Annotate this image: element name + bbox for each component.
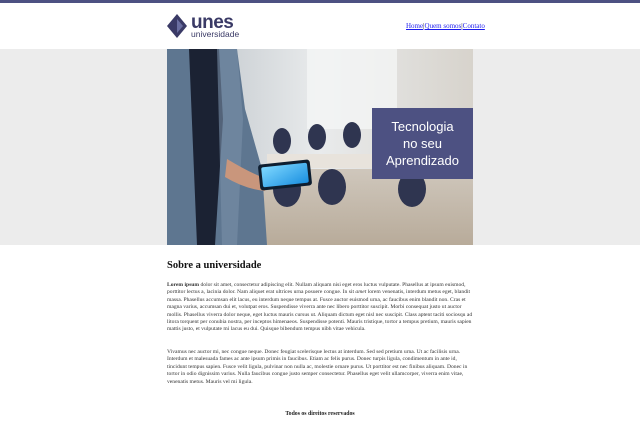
hero-banner-image: Tecnologia no seu Aprendizado — [167, 49, 473, 245]
main-nav: Home|Quem somos|Contato — [406, 22, 485, 30]
brand-logo[interactable]: unes universidade — [167, 11, 245, 41]
about-paragraph-1: Lorem ipsum dolor sit amet, consectetur … — [167, 282, 473, 334]
logo-subtitle: universidade — [191, 29, 240, 40]
paragraph-strong: Lorem ipsum — [167, 282, 200, 288]
nav-link-home[interactable]: Home — [406, 22, 423, 30]
paragraph-text-continued: lorem venenatis, interdum metus eget, bl… — [167, 289, 473, 333]
section-title: Sobre a universidade — [167, 260, 262, 271]
hero-line-3: Aprendizado — [386, 153, 459, 168]
hero-banner-text: Tecnologia no seu Aprendizado — [372, 108, 473, 179]
nav-link-quem-somos[interactable]: Quem somos — [425, 22, 462, 30]
footer-copyright: Todos os direitos reservados — [285, 411, 355, 417]
nav-link-contato[interactable]: Contato — [463, 22, 485, 30]
diamond-logo-icon — [167, 14, 187, 38]
hero-line-1: Tecnologia — [391, 119, 454, 134]
logo-text: unes universidade — [191, 13, 239, 39]
paragraph-emphasis: amet — [355, 289, 367, 296]
top-accent-bar — [0, 0, 640, 3]
hero-line-2: no seu — [402, 136, 443, 151]
about-paragraph-2: Vivamus nec auctor mi, nec congue neque.… — [167, 349, 468, 385]
